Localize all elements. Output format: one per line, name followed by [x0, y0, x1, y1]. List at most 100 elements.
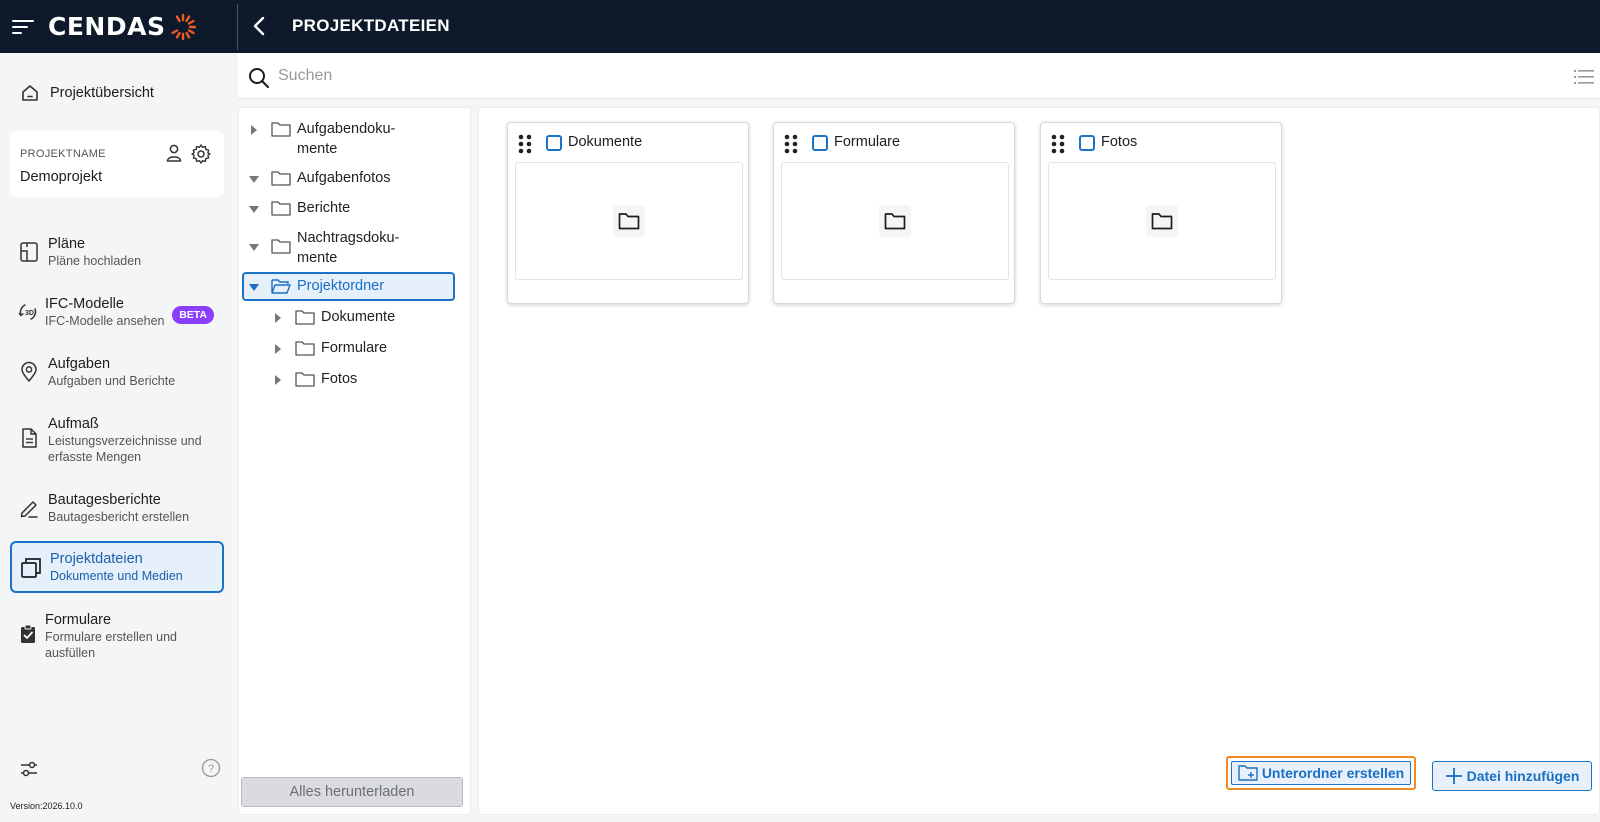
- sliders-icon[interactable]: [19, 759, 39, 779]
- folder-preview[interactable]: [781, 162, 1009, 280]
- expand-arrow-icon[interactable]: [271, 369, 285, 385]
- sidebar-item-forms[interactable]: Formulare Formulare erstellen und ausfül…: [10, 605, 224, 667]
- help-icon[interactable]: ?: [201, 758, 221, 778]
- files-icon: [21, 558, 41, 578]
- sidebar-item-plans[interactable]: Pläne Pläne hochladen: [10, 229, 224, 275]
- sidebar-item-subtitle: Pläne hochladen: [48, 254, 142, 268]
- folder-icon: [618, 213, 640, 230]
- collapse-arrow-icon[interactable]: [247, 276, 261, 291]
- sidebar-item-project-overview[interactable]: Projektübersicht: [20, 83, 154, 103]
- folder-name: Dokumente: [568, 134, 643, 150]
- collapse-arrow-icon[interactable]: [247, 168, 261, 183]
- sidebar-item-tasks[interactable]: Aufgaben Aufgaben und Berichte: [10, 349, 224, 395]
- folder-preview[interactable]: [1048, 162, 1276, 280]
- tree-item-supplement-documents[interactable]: Nachtragsdoku- mente: [247, 228, 399, 268]
- drag-handle-icon[interactable]: [518, 134, 532, 154]
- expand-arrow-icon[interactable]: [247, 119, 261, 135]
- folder-name: Formulare: [834, 134, 901, 150]
- folder-plus-icon: [1238, 765, 1258, 781]
- sidebar-item-daily-reports[interactable]: Bautagesberichte Bautagesbericht erstell…: [10, 485, 224, 531]
- folder-icon: [295, 372, 315, 387]
- folder-card-forms[interactable]: Formulare: [773, 122, 1015, 304]
- expand-arrow-icon[interactable]: [271, 338, 285, 354]
- tree-item-label: Projektordner: [297, 278, 385, 294]
- tree-item-task-photos[interactable]: Aufgabenfotos: [247, 168, 391, 190]
- tree-item-label: Aufgabendoku- mente: [297, 121, 396, 157]
- sidebar-item-subtitle: Leistungsverzeichnisse und erfasste Meng…: [48, 434, 202, 464]
- folder-icon: [271, 201, 291, 216]
- gear-icon[interactable]: [190, 143, 212, 165]
- tree-item-reports[interactable]: Berichte: [247, 198, 350, 220]
- tree-item-task-documents[interactable]: Aufgabendoku- mente: [247, 119, 395, 159]
- folder-open-icon: [271, 279, 291, 294]
- folder-icon: [271, 239, 291, 254]
- search-bar: [238, 53, 1600, 99]
- project-card: PROJEKTNAME Demoprojekt: [10, 131, 224, 197]
- search-icon: [249, 68, 270, 89]
- drag-handle-icon[interactable]: [1051, 134, 1065, 154]
- svg-text:3D: 3D: [25, 310, 34, 317]
- sidebar-item-subtitle: IFC-Modelle ansehen: [45, 314, 165, 328]
- tree-item-photos[interactable]: Fotos: [271, 369, 357, 391]
- sidebar-item-subtitle: Bautagesbericht erstellen: [48, 510, 190, 524]
- sidebar-item-ifc-models[interactable]: 3D IFC-Modelle IFC-Modelle ansehen BETA: [10, 289, 224, 335]
- folder-name: Fotos: [1101, 134, 1138, 150]
- search-input[interactable]: [278, 63, 1478, 89]
- brand-logo: CENDAS: [48, 12, 198, 42]
- collapse-arrow-icon[interactable]: [247, 228, 261, 251]
- tree-item-label: Berichte: [297, 200, 351, 216]
- create-subfolder-button[interactable]: Unterordner erstellen: [1231, 761, 1411, 785]
- tree-item-forms[interactable]: Formulare: [271, 338, 387, 360]
- sidebar-item-label: Projektübersicht: [50, 85, 154, 101]
- button-label: Datei hinzufügen: [1466, 768, 1580, 784]
- list-view-icon[interactable]: [1574, 69, 1594, 85]
- folder-card-photos[interactable]: Fotos: [1040, 122, 1282, 304]
- back-chevron-icon[interactable]: [250, 16, 270, 36]
- sidebar-item-project-files[interactable]: Projektdateien Dokumente und Medien: [10, 541, 224, 593]
- folder-preview[interactable]: [515, 162, 743, 280]
- sidebar-item-subtitle: Aufgaben und Berichte: [48, 374, 176, 388]
- sidebar-item-measurement[interactable]: Aufmaß Leistungsverzeichnisse und erfass…: [10, 409, 224, 471]
- plus-icon: [1445, 768, 1462, 784]
- tree-item-label: Dokumente: [321, 309, 396, 325]
- version-label: Version:2026.10.0: [10, 801, 83, 811]
- document-icon: [22, 428, 37, 448]
- top-bar: CENDAS PROJEKTDATEIEN: [0, 0, 1600, 53]
- location-pin-icon: [21, 361, 37, 382]
- 3d-model-icon: 3D: [17, 304, 36, 320]
- folder-card-documents[interactable]: Dokumente: [507, 122, 749, 304]
- folder-icon: [884, 213, 906, 230]
- brand-ring-icon: [171, 13, 197, 40]
- sidebar-item-title: Projektdateien: [50, 551, 143, 567]
- folder-checkbox[interactable]: [546, 135, 562, 151]
- sidebar-item-subtitle: Formulare erstellen und ausfüllen: [45, 630, 178, 660]
- user-icon[interactable]: [164, 143, 184, 163]
- sidebar-item-title: Aufgaben: [48, 356, 111, 372]
- folder-icon: [1151, 213, 1173, 230]
- tree-item-label: Nachtragsdoku- mente: [297, 230, 400, 266]
- beta-badge: BETA: [172, 306, 214, 324]
- project-caption: PROJEKTNAME: [20, 148, 106, 160]
- folder-icon: [295, 310, 315, 325]
- folder-checkbox[interactable]: [1079, 135, 1095, 151]
- folder-icon: [271, 171, 291, 186]
- expand-arrow-icon[interactable]: [271, 307, 285, 323]
- folder-checkbox[interactable]: [812, 135, 828, 151]
- download-all-button[interactable]: Alles herunterladen: [241, 777, 463, 807]
- menu-icon[interactable]: [12, 18, 34, 36]
- svg-text:?: ?: [208, 763, 214, 775]
- brand-name: CENDAS: [48, 12, 166, 41]
- top-bar-divider: [237, 4, 238, 50]
- tree-item-documents[interactable]: Dokumente: [271, 307, 395, 329]
- sidebar-item-title: IFC-Modelle: [45, 296, 124, 312]
- folder-icon: [295, 341, 315, 356]
- folder-icon: [271, 122, 291, 137]
- sidebar-item-subtitle: Dokumente und Medien: [50, 569, 183, 583]
- add-file-button[interactable]: Datei hinzufügen: [1432, 761, 1592, 791]
- sidebar-item-title: Pläne: [48, 236, 86, 252]
- button-label: Unterordner erstellen: [1261, 765, 1405, 781]
- pencil-icon: [20, 501, 38, 518]
- tree-item-project-folder[interactable]: Projektordner: [242, 272, 455, 301]
- drag-handle-icon[interactable]: [784, 134, 798, 154]
- collapse-arrow-icon[interactable]: [247, 198, 261, 213]
